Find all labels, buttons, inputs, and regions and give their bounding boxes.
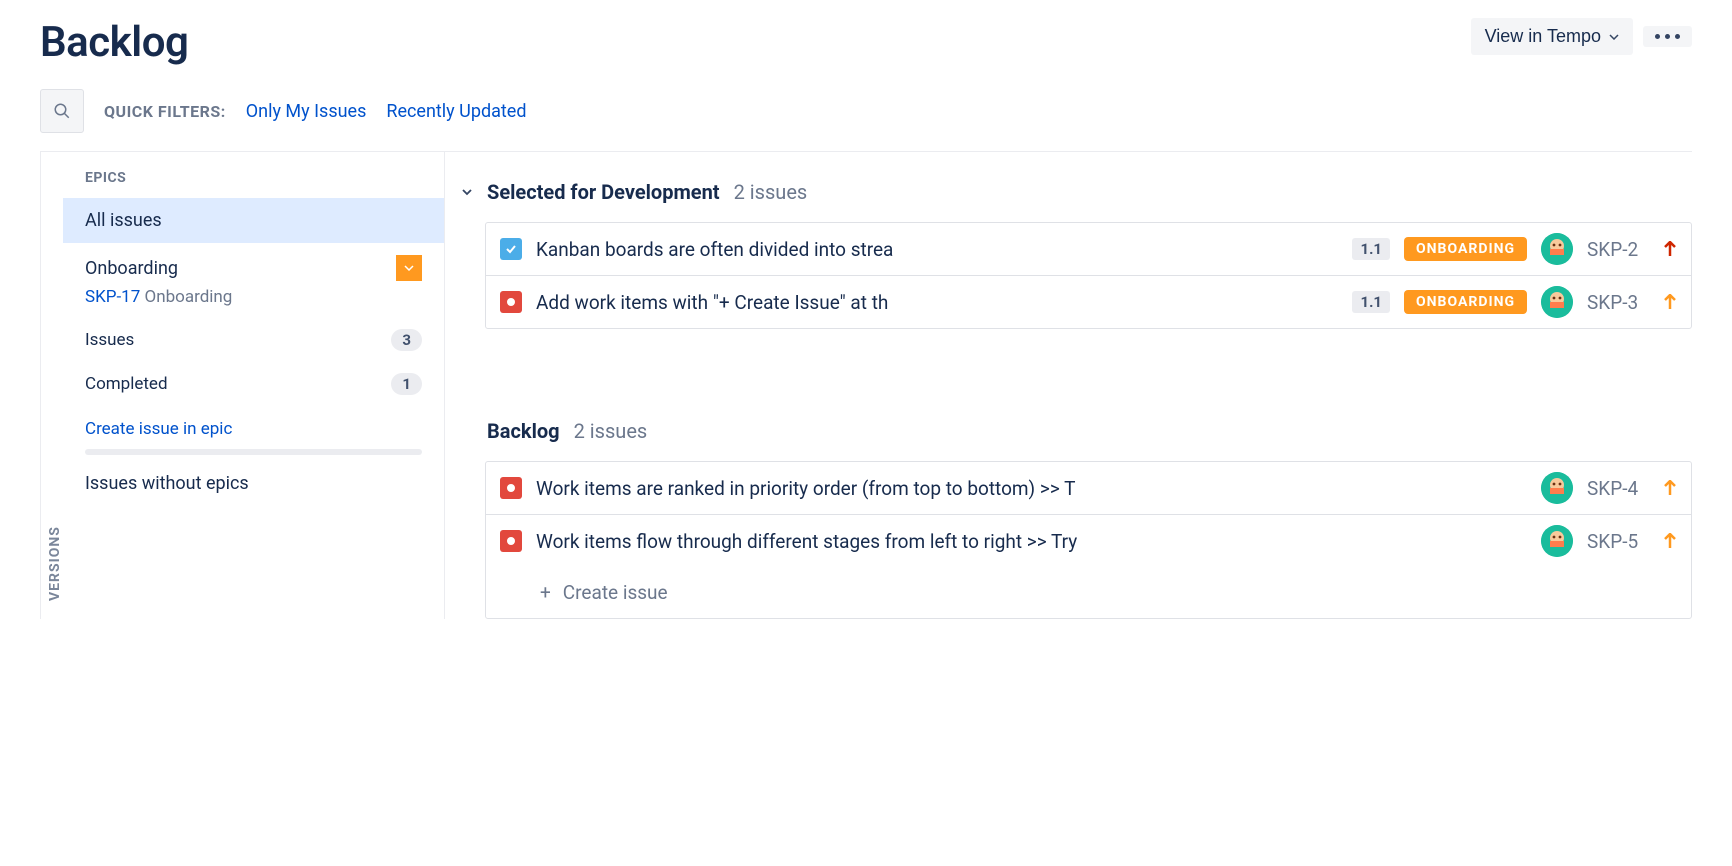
filter-recently-updated[interactable]: Recently Updated bbox=[386, 101, 526, 122]
issue-type-task-icon bbox=[500, 238, 522, 260]
priority-icon-medium bbox=[1663, 294, 1677, 310]
section-count-backlog: 2 issues bbox=[574, 419, 648, 443]
avatar-icon bbox=[1541, 525, 1573, 557]
assignee-avatar[interactable] bbox=[1541, 472, 1573, 504]
section-count-selected: 2 issues bbox=[734, 180, 808, 204]
epic-badge[interactable]: ONBOARDING bbox=[1404, 290, 1527, 314]
issue-key[interactable]: SKP-3 bbox=[1587, 291, 1649, 314]
issue-key[interactable]: SKP-2 bbox=[1587, 238, 1649, 261]
avatar-icon bbox=[1541, 286, 1573, 318]
caret-down-icon bbox=[1609, 34, 1619, 40]
section-title-backlog: Backlog bbox=[487, 419, 560, 443]
section-title-selected: Selected for Development bbox=[487, 180, 720, 204]
filter-only-my-issues[interactable]: Only My Issues bbox=[246, 101, 367, 122]
version-badge[interactable]: 1.1 bbox=[1352, 291, 1390, 313]
more-actions-button[interactable] bbox=[1643, 26, 1692, 47]
epic-card-onboarding[interactable]: Onboarding SKP-17 Onboarding Issues 3 Co… bbox=[63, 243, 444, 455]
epic-issues-label: Issues bbox=[85, 330, 134, 350]
more-icon bbox=[1655, 34, 1680, 39]
issue-key[interactable]: SKP-5 bbox=[1587, 530, 1649, 553]
create-issue-in-epic-link[interactable]: Create issue in epic bbox=[85, 419, 232, 439]
assignee-avatar[interactable] bbox=[1541, 525, 1573, 557]
issue-key[interactable]: SKP-4 bbox=[1587, 477, 1649, 500]
avatar-icon bbox=[1541, 233, 1573, 265]
issue-type-story-icon bbox=[500, 530, 522, 552]
issue-row[interactable]: Add work items with "+ Create Issue" at … bbox=[486, 275, 1691, 328]
avatar-icon bbox=[1541, 472, 1573, 504]
quick-filters-label: QUICK FILTERS: bbox=[104, 102, 226, 121]
plus-icon: + bbox=[540, 581, 551, 604]
create-issue-label: Create issue bbox=[563, 581, 668, 604]
selected-issue-list: Kanban boards are often divided into str… bbox=[485, 222, 1692, 329]
create-issue-row[interactable]: + Create issue bbox=[486, 567, 1691, 618]
view-in-tempo-button[interactable]: View in Tempo bbox=[1471, 18, 1633, 55]
search-button[interactable] bbox=[40, 89, 84, 133]
version-badge[interactable]: 1.1 bbox=[1352, 238, 1390, 260]
assignee-avatar[interactable] bbox=[1541, 286, 1573, 318]
view-in-tempo-label: View in Tempo bbox=[1485, 26, 1601, 47]
priority-icon-medium bbox=[1663, 480, 1677, 496]
search-icon bbox=[53, 102, 71, 120]
backlog-issue-list: Work items are ranked in priority order … bbox=[485, 461, 1692, 619]
issue-summary[interactable]: Work items flow through different stages… bbox=[536, 530, 1527, 553]
priority-icon-high bbox=[1663, 241, 1677, 257]
caret-down-icon bbox=[404, 265, 414, 271]
epic-color-toggle[interactable] bbox=[396, 255, 422, 281]
backlog-main: Selected for Development 2 issues Kanban… bbox=[445, 152, 1692, 619]
epics-header: EPICS bbox=[63, 152, 444, 198]
epic-completed-count: 1 bbox=[391, 373, 422, 395]
chevron-down-icon bbox=[461, 186, 473, 198]
epic-completed-label: Completed bbox=[85, 374, 168, 394]
epics-all-issues[interactable]: All issues bbox=[63, 198, 444, 243]
issue-row[interactable]: Work items are ranked in priority order … bbox=[486, 462, 1691, 514]
issue-summary[interactable]: Kanban boards are often divided into str… bbox=[536, 238, 1338, 261]
epics-panel: EPICS All issues Onboarding SKP-17 Onboa… bbox=[63, 152, 445, 619]
issue-summary[interactable]: Add work items with "+ Create Issue" at … bbox=[536, 291, 1338, 314]
versions-tab[interactable]: VERSIONS bbox=[40, 152, 63, 619]
issue-row[interactable]: Work items flow through different stages… bbox=[486, 514, 1691, 567]
issue-row[interactable]: Kanban boards are often divided into str… bbox=[486, 223, 1691, 275]
epic-issues-count: 3 bbox=[391, 329, 422, 351]
section-toggle-selected[interactable] bbox=[461, 186, 473, 198]
priority-icon-medium bbox=[1663, 533, 1677, 549]
epic-badge[interactable]: ONBOARDING bbox=[1404, 237, 1527, 261]
epic-summary: Onboarding bbox=[145, 287, 233, 307]
issues-without-epics[interactable]: Issues without epics bbox=[63, 455, 444, 512]
epic-key-link[interactable]: SKP-17 bbox=[85, 287, 140, 307]
assignee-avatar[interactable] bbox=[1541, 233, 1573, 265]
issue-type-story-icon bbox=[500, 291, 522, 313]
page-title: Backlog bbox=[40, 18, 188, 67]
issue-type-story-icon bbox=[500, 477, 522, 499]
issue-summary[interactable]: Work items are ranked in priority order … bbox=[536, 477, 1527, 500]
epic-name: Onboarding bbox=[85, 258, 178, 279]
